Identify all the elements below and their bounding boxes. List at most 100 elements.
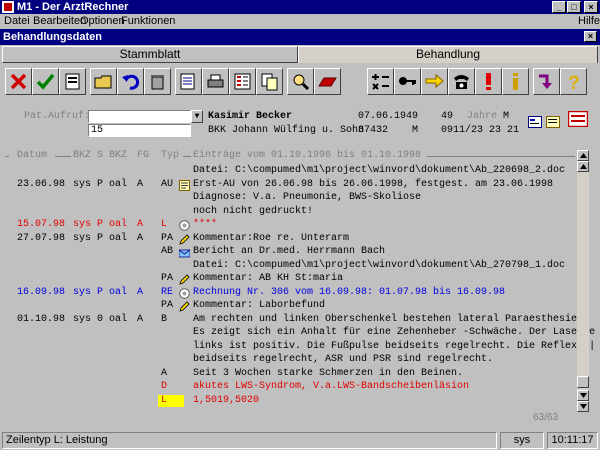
row-typ: B (161, 313, 168, 325)
checklist-button[interactable] (229, 68, 256, 95)
list-item[interactable]: AB Bericht an Dr.med. Herrmann Bach (5, 246, 573, 259)
row-text: Seit 3 Wochen starke Schmerzen in den Be… (193, 367, 464, 379)
key-button[interactable] (394, 68, 421, 95)
row-text: Bericht an Dr.med. Herrmann Bach (193, 246, 386, 257)
list-item[interactable]: PA Kommentar: Laborbefund (5, 300, 573, 313)
ok-button[interactable] (32, 68, 59, 95)
close-button[interactable]: × (584, 1, 598, 13)
row-text: Kommentar: AB KH St:maria (193, 273, 344, 284)
list-item[interactable]: 27.07.98 sys Poal A PA Kommentar:Roe re. Unte… (5, 233, 573, 246)
menu-optionen[interactable]: Optionen (80, 15, 125, 27)
card-icon[interactable] (528, 116, 542, 128)
return-button[interactable] (533, 68, 560, 95)
menu-funktionen[interactable]: Funktionen (121, 15, 175, 27)
row-text: links ist positiv. Die Fußpulse beidseit… (193, 340, 596, 352)
vertical-scrollbar[interactable] (577, 150, 589, 412)
patient-birthdate: 07.06.1949 (358, 111, 419, 122)
row-code: oal (109, 313, 128, 325)
list-item[interactable]: 01.10.98 sys 0 oal A B Am rechten und linken O… (5, 313, 589, 327)
scroll-thumb[interactable] (577, 376, 589, 388)
checklist-icon (234, 73, 251, 90)
patient-number-input[interactable]: 15 (88, 124, 191, 137)
tab-stammblatt[interactable]: Stammblatt (2, 46, 298, 63)
patient-aufruf-input[interactable] (88, 110, 191, 123)
row-typ: PA (161, 300, 174, 311)
document-list-button[interactable] (175, 68, 202, 95)
list-item[interactable]: PA Kommentar: AB KH St:maria (5, 273, 573, 286)
row-date: 16.09.98 (17, 286, 66, 298)
scroll-up-secondary-button[interactable] (577, 161, 589, 172)
patient-status: M (412, 125, 419, 136)
list-item[interactable]: Dakutes LWS-Syndrom, V.a.LWS-Bandscheibe… (5, 381, 573, 394)
telephone-button[interactable] (448, 68, 475, 95)
row-typ: D (161, 381, 168, 392)
row-code: oal (109, 219, 128, 230)
header-bkz2: BKZ (109, 150, 128, 161)
copy-button[interactable] (256, 68, 283, 95)
menu-hilfe[interactable]: Hilfe (578, 15, 600, 27)
scroll-up-icon (580, 164, 587, 169)
list-item[interactable]: Es zeigt sich ein Anhalt für eine Zehenh… (5, 327, 595, 340)
return-arrow-icon (539, 74, 552, 89)
eraser-button[interactable] (314, 68, 341, 95)
open-button[interactable] (90, 68, 117, 95)
row-typ: L (161, 219, 168, 230)
card-yellow-icon[interactable] (546, 116, 560, 128)
row-fg: A (137, 286, 144, 298)
pencil-icon (179, 233, 190, 245)
scroll-up-button[interactable] (577, 150, 589, 161)
list-item[interactable]: Datei: C:\compumed\m1\project\winvord\do… (5, 260, 573, 273)
row-text: 1,5019,5020 (193, 394, 260, 406)
patient-dropdown-button[interactable]: ▼ (191, 110, 203, 123)
help-button[interactable]: ? (560, 68, 587, 95)
subwindow-close-button[interactable]: × (584, 31, 597, 42)
minimize-button[interactable]: _ (552, 1, 566, 13)
list-item[interactable]: noch nicht gedruckt! (5, 206, 573, 219)
list-item[interactable]: Datei: C:\compumed\m1\project\winvord\do… (5, 165, 573, 178)
row-status: 0 (97, 313, 104, 325)
warning-button[interactable] (475, 68, 502, 95)
list-item[interactable]: beidseits regelrecht, ASR und PSR sind r… (5, 354, 573, 367)
app-icon[interactable] (2, 1, 14, 13)
calculator-button[interactable] (367, 68, 394, 95)
list-item[interactable]: 23.06.98 sys Poal A AU Erst-AU von 26.06.98 b… (5, 179, 573, 192)
print-button[interactable] (202, 68, 229, 95)
list-item[interactable]: L 1,5019,5020 (5, 394, 573, 408)
patient-age: 49 (441, 111, 454, 122)
row-text: Am rechten und linken Oberschenkel beste… (193, 313, 590, 325)
row-code: oal (109, 286, 128, 298)
search-person-icon (293, 74, 310, 91)
direction-button[interactable] (421, 68, 448, 95)
row-date: 01.10.98 (17, 313, 66, 325)
scroll-down-secondary-button[interactable] (577, 390, 589, 401)
maximize-button[interactable]: □ (567, 1, 581, 13)
row-typ: AB (161, 246, 174, 257)
row-status: P (97, 178, 104, 190)
undo-button[interactable] (117, 68, 144, 95)
info-button[interactable] (502, 68, 529, 95)
header-fg: FG (137, 150, 150, 161)
list-item[interactable]: A Seit 3 Wochen starke Schmerzen in den B… (5, 368, 573, 381)
header-bkz: BKZ (73, 150, 92, 161)
scroll-down-button[interactable] (577, 401, 589, 412)
print-preview-button[interactable] (59, 68, 86, 95)
cancel-button[interactable] (5, 68, 32, 95)
help-icon: ? (568, 73, 580, 91)
row-typ: PA (161, 273, 174, 284)
header-s: S (97, 150, 104, 161)
list-item[interactable]: links ist positiv. Die Fußpulse beidseit… (5, 341, 595, 354)
list-item[interactable]: 15.07.98 sys Poal A L **** (5, 219, 573, 232)
letter-icon (179, 249, 190, 258)
alert-card-icon[interactable] (568, 111, 588, 127)
menu-datei[interactable]: Datei (4, 15, 30, 27)
printer-icon (207, 74, 224, 88)
tab-behandlung[interactable]: Behandlung (298, 46, 598, 63)
patient-sex: M (503, 111, 510, 122)
menu-bearbeiten[interactable]: Bearbeiten (33, 15, 86, 27)
row-user: sys (73, 313, 92, 325)
window-title: M1 - Der ArztRechner (17, 1, 129, 13)
list-item[interactable]: Diagnose: V.a. Pneumonie, BWS-Skoliose (5, 192, 573, 205)
delete-button[interactable] (144, 68, 171, 95)
list-item[interactable]: 16.09.98 sys Poal A RE Rechnung Nr. 306 vom 1… (5, 287, 573, 300)
search-person-button[interactable] (287, 68, 314, 95)
